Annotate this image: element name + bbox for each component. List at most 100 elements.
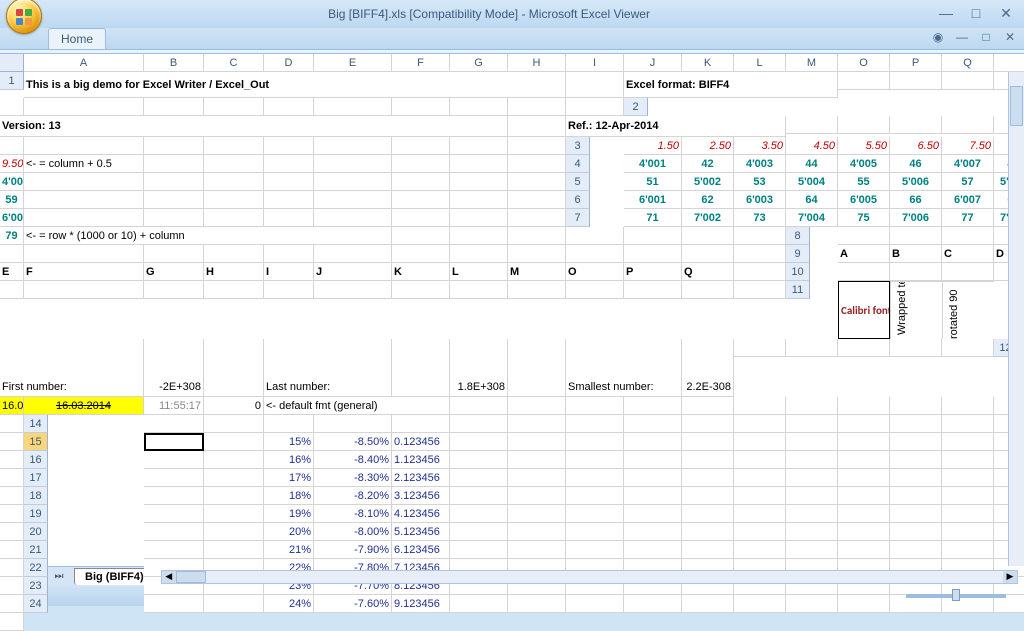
row-header-17[interactable]: 17 [24, 469, 48, 487]
cell[interactable] [890, 451, 942, 469]
date-strike-cell[interactable]: 16.03.2014 [24, 397, 144, 415]
cell[interactable] [682, 505, 734, 523]
r4c6[interactable]: 4'007 [942, 155, 994, 173]
r6c2[interactable]: 6'003 [734, 191, 786, 209]
r5c2[interactable]: 53 [734, 173, 786, 191]
r7c5[interactable]: 7'006 [890, 209, 942, 227]
r6c5[interactable]: 66 [890, 191, 942, 209]
first-number-val[interactable]: -2E+308 [144, 339, 204, 397]
col-header-P[interactable]: P [890, 54, 942, 72]
cell[interactable] [624, 523, 682, 541]
cell[interactable] [624, 245, 682, 263]
cell[interactable] [566, 541, 624, 559]
cell[interactable] [838, 505, 890, 523]
c[interactable] [508, 339, 566, 397]
cell[interactable] [942, 415, 994, 433]
cell[interactable] [566, 433, 624, 451]
cell[interactable] [450, 227, 508, 245]
cell[interactable] [144, 415, 204, 433]
cell[interactable] [24, 137, 144, 155]
cell[interactable] [314, 191, 392, 209]
row-header-10[interactable]: 10 [786, 263, 810, 281]
rotated-cell[interactable]: rotated 90 [942, 281, 994, 339]
r6c6[interactable]: 6'007 [942, 191, 994, 209]
row-header-1[interactable]: 1 [0, 72, 24, 90]
c[interactable] [204, 339, 264, 397]
cell[interactable] [890, 487, 942, 505]
r3c1[interactable]: 2.50 [682, 137, 734, 155]
cell[interactable] [264, 98, 314, 116]
cell[interactable] [0, 469, 24, 487]
r3c6[interactable]: 7.50 [942, 137, 994, 155]
cell[interactable] [144, 155, 204, 173]
cell[interactable] [508, 281, 566, 299]
pct-19[interactable]: 19% [264, 505, 314, 523]
cell[interactable] [942, 72, 994, 90]
val-18[interactable]: 3.123456 [392, 487, 450, 505]
cell[interactable] [838, 487, 890, 505]
c[interactable] [204, 451, 264, 469]
row-header-9[interactable]: 9 [786, 245, 810, 263]
r3c3[interactable]: 4.50 [786, 137, 838, 155]
pct-16[interactable]: 16% [264, 451, 314, 469]
cell[interactable] [204, 245, 264, 263]
cell[interactable] [0, 281, 24, 299]
cell[interactable] [942, 263, 994, 281]
r9c9[interactable]: J [314, 263, 392, 281]
cell[interactable] [508, 155, 566, 173]
cell[interactable] [392, 155, 450, 173]
cell[interactable] [890, 433, 942, 451]
cell[interactable] [0, 595, 24, 613]
c[interactable] [204, 469, 264, 487]
c[interactable] [508, 116, 566, 137]
calibri-font-cell[interactable]: Calibri font [838, 281, 890, 339]
cell[interactable] [624, 595, 682, 613]
r3c4[interactable]: 5.50 [838, 137, 890, 155]
cell[interactable] [734, 595, 786, 613]
cell[interactable] [508, 541, 566, 559]
r9c7[interactable]: H [204, 263, 264, 281]
cell[interactable] [734, 245, 786, 263]
cell[interactable] [314, 98, 392, 116]
pct-20[interactable]: 20% [264, 523, 314, 541]
cell[interactable] [204, 209, 264, 227]
cell[interactable] [786, 487, 838, 505]
cell[interactable] [890, 227, 942, 245]
cell[interactable] [450, 595, 508, 613]
cell[interactable] [0, 487, 24, 505]
r5c0[interactable]: 51 [624, 173, 682, 191]
col-header-B[interactable]: B [144, 54, 204, 72]
cell[interactable] [0, 523, 24, 541]
cell[interactable] [508, 451, 566, 469]
cell[interactable] [0, 505, 24, 523]
r4c4[interactable]: 4'005 [838, 155, 890, 173]
r9c5[interactable]: F [24, 263, 144, 281]
r4c5[interactable]: 46 [890, 155, 942, 173]
r9c15[interactable]: Q [682, 263, 734, 281]
val-20[interactable]: 5.123456 [392, 523, 450, 541]
pct-15[interactable]: 15% [264, 433, 314, 451]
cell[interactable] [0, 433, 24, 451]
cell[interactable] [450, 209, 508, 227]
cell[interactable] [682, 245, 734, 263]
cell[interactable] [838, 595, 890, 613]
cell[interactable] [24, 191, 144, 209]
cell[interactable] [314, 209, 392, 227]
cell[interactable] [838, 415, 890, 433]
cell[interactable] [508, 397, 566, 415]
cell[interactable] [314, 415, 392, 433]
cell[interactable] [264, 281, 314, 299]
r5c1[interactable]: 5'002 [682, 173, 734, 191]
c[interactable] [204, 487, 264, 505]
c[interactable] [144, 469, 204, 487]
r9c6[interactable]: G [144, 263, 204, 281]
cell[interactable] [508, 595, 566, 613]
col-header-L[interactable]: L [734, 54, 786, 72]
cell[interactable] [144, 98, 204, 116]
cell[interactable] [314, 155, 392, 173]
tab-home[interactable]: Home [48, 28, 106, 49]
col-header-C[interactable]: C [204, 54, 264, 72]
cell[interactable] [734, 523, 786, 541]
cell[interactable] [734, 281, 786, 299]
cell[interactable] [392, 137, 450, 155]
